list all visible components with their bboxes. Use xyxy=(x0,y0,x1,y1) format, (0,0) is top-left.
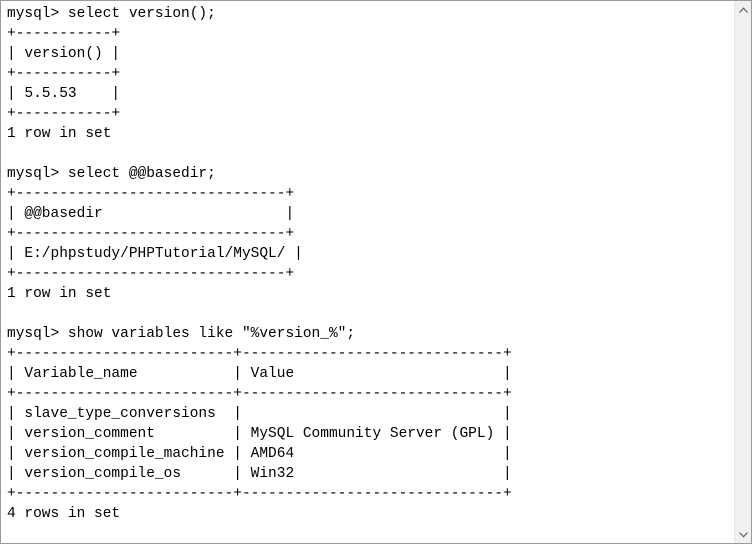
console-line: mysql> select version(); xyxy=(7,6,216,22)
console-line: | version_compile_machine | AMD64 | xyxy=(7,446,512,462)
console-line: mysql> select @@basedir; xyxy=(7,166,216,182)
scroll-down-button[interactable] xyxy=(735,526,751,543)
console-line: +-------------------------+-------------… xyxy=(7,386,512,402)
console-output[interactable]: mysql> select version(); +-----------+ |… xyxy=(1,1,734,543)
chevron-up-icon xyxy=(738,6,748,13)
console-line: +-------------------------+-------------… xyxy=(7,486,512,502)
console-line: | slave_type_conversions | | xyxy=(7,406,512,422)
console-line: | Variable_name | Value | xyxy=(7,366,512,382)
console-line: +-------------------------------+ xyxy=(7,266,295,282)
console-line: | version_compile_os | Win32 | xyxy=(7,466,512,482)
console-line: +-------------------------------+ xyxy=(7,226,295,242)
mysql-console-window: mysql> select version(); +-----------+ |… xyxy=(0,0,752,544)
console-line: +-----------+ xyxy=(7,26,121,42)
chevron-down-icon xyxy=(738,531,748,538)
scroll-up-button[interactable] xyxy=(735,1,751,18)
console-line: +-------------------------+-------------… xyxy=(7,346,512,362)
console-line: 1 row in set xyxy=(7,286,112,302)
vertical-scrollbar[interactable] xyxy=(734,1,751,543)
console-line: +-----------+ xyxy=(7,106,121,122)
console-line: | version() | xyxy=(7,46,121,62)
console-line: 1 row in set xyxy=(7,126,112,142)
console-line: | @@basedir | xyxy=(7,206,295,222)
console-line: 4 rows in set xyxy=(7,506,121,522)
console-text: mysql> select version(); +-----------+ |… xyxy=(1,1,734,524)
console-line: mysql> show variables like "%version_%"; xyxy=(7,326,356,342)
console-line: | version_comment | MySQL Community Serv… xyxy=(7,426,512,442)
console-line: +-------------------------------+ xyxy=(7,186,295,202)
console-line: | 5.5.53 | xyxy=(7,86,121,102)
console-line: +-----------+ xyxy=(7,66,121,82)
console-line: | E:/phpstudy/PHPTutorial/MySQL/ | xyxy=(7,246,303,262)
